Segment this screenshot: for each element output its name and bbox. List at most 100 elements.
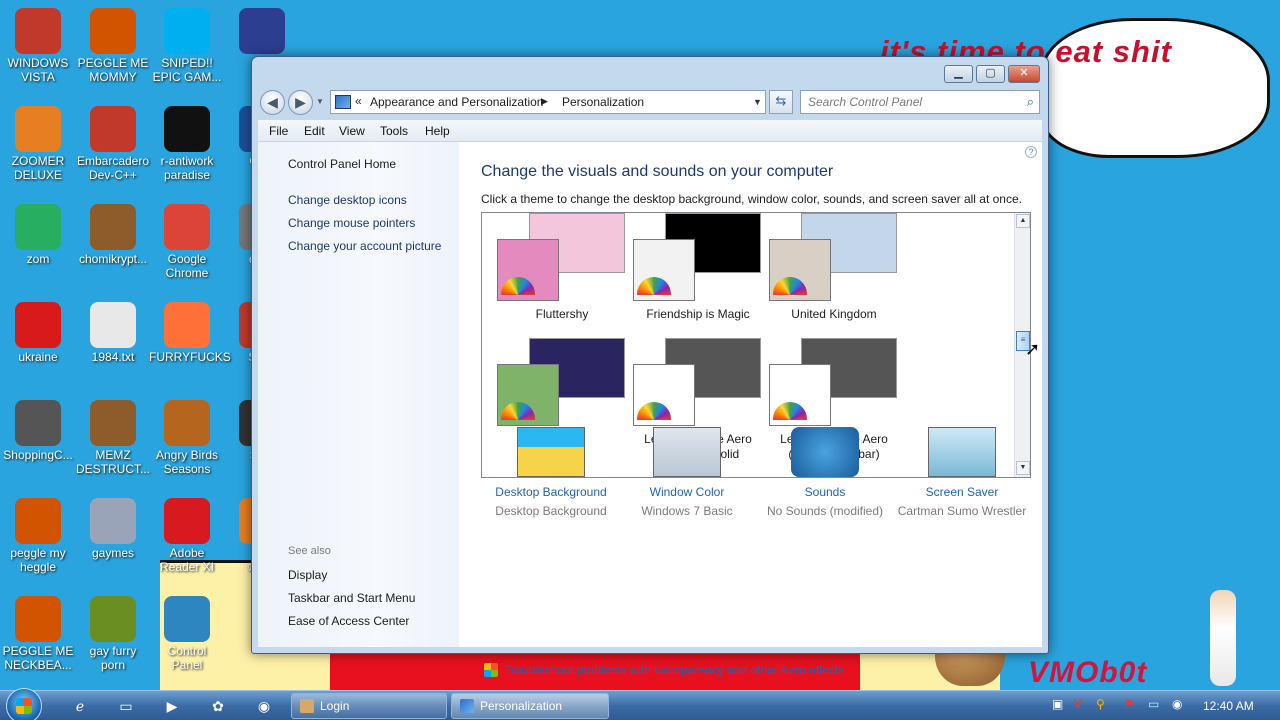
desktop-icon[interactable]: peggle my heggle	[0, 498, 76, 574]
desktop-icon[interactable]: Google Chrome	[149, 204, 225, 280]
internet-explorer-icon[interactable]: ℯ	[67, 695, 93, 717]
desktop-icon[interactable]: PEGGLE ME NECKBEA...	[0, 596, 76, 672]
desktop-icon[interactable]: Adobe Reader XI	[149, 498, 225, 574]
tray-search-icon[interactable]: ⚲	[1096, 697, 1105, 711]
option-link[interactable]: Desktop Background	[481, 485, 621, 499]
tray-flag-icon[interactable]: ⚑	[1124, 697, 1135, 711]
globe-icon	[239, 8, 285, 54]
maximize-button[interactable]: ▢	[976, 65, 1005, 83]
refresh-button[interactable]: ⇆	[769, 90, 793, 114]
breadcrumb-personalization[interactable]: Personalization	[562, 95, 644, 109]
desktop-icon[interactable]: ukraine	[0, 302, 76, 364]
desktop-icon-label: PEGGLE ME MOMMY	[77, 56, 149, 84]
personalization-option[interactable]: Screen Saver Cartman Sumo Wrestler	[892, 427, 1032, 518]
desktop-icon[interactable]: chomikrypt...	[75, 204, 151, 266]
scroll-up-arrow[interactable]: ▲	[1016, 214, 1030, 228]
close-button[interactable]: ✕	[1008, 65, 1040, 83]
desktop-background-icon[interactable]	[517, 427, 585, 477]
peggle-icon	[15, 596, 61, 642]
theme-tile[interactable]: Fluttershy	[497, 213, 647, 333]
desktop-icon[interactable]: zom	[0, 204, 76, 266]
personalization-option[interactable]: Window Color Windows 7 Basic	[617, 427, 757, 518]
desktop-icon-label: Angry Birds Seasons	[155, 448, 219, 476]
theme-name: United Kingdom	[791, 307, 877, 321]
option-link[interactable]: Sounds	[755, 485, 895, 499]
tray-antivirus-icon[interactable]: V	[1074, 697, 1082, 711]
desktop-icon[interactable]: FURRYFUCKS	[149, 302, 231, 364]
tray-volume-icon[interactable]: ◉	[1172, 697, 1182, 711]
desktop-icon[interactable]: ShoppingC...	[0, 400, 76, 462]
wallpaper-signature: VMOb0t	[1028, 656, 1148, 689]
chrome-taskbar-icon[interactable]: ◉	[251, 695, 277, 717]
address-overflow-chevron[interactable]: «	[355, 94, 362, 108]
desktop-icon-label: Control Panel	[167, 644, 207, 672]
mouse-cursor-icon: ➚	[1025, 339, 1041, 359]
desktop-icon-label: 1984.txt	[91, 350, 135, 364]
menu-view[interactable]: View	[339, 124, 365, 138]
desktop-icon[interactable]: gaymes	[75, 498, 151, 560]
option-current-value: Windows 7 Basic	[641, 504, 733, 518]
tray-network-icon[interactable]: ▭	[1148, 697, 1159, 711]
recent-pages-dropdown[interactable]: ▼	[316, 97, 324, 106]
firefox-icon	[164, 302, 210, 348]
desktop-icon[interactable]: PEGGLE ME MOMMY	[75, 8, 151, 84]
theme-tile[interactable]: United Kingdom	[769, 213, 919, 333]
explorer-folder-icon[interactable]: ▭	[113, 695, 139, 717]
desktop-icon-label: MEMZ DESTRUCT...	[75, 448, 150, 476]
window-color-icon[interactable]	[653, 427, 721, 477]
desktop-icon[interactable]: Control Panel	[149, 596, 225, 672]
forward-button[interactable]: ▶	[288, 90, 313, 115]
menu-help[interactable]: Help	[425, 124, 450, 138]
control-panel-home-link[interactable]: Control Panel Home	[288, 157, 396, 171]
page-description: Click a theme to change the desktop back…	[481, 192, 1022, 206]
desktop-icon[interactable]: gay furry porn	[75, 596, 151, 672]
menu-tools[interactable]: Tools	[380, 124, 408, 138]
menu-file[interactable]: File	[269, 124, 288, 138]
desktop-icon[interactable]: SNIPED!! EPIC GAM...	[149, 8, 225, 84]
option-current-value: Cartman Sumo Wrestler	[897, 504, 1027, 518]
minimize-button[interactable]: ▁	[944, 65, 973, 83]
desktop-icon-label: chomikrypt...	[78, 252, 147, 266]
back-button[interactable]: ◀	[260, 90, 285, 115]
shield-icon	[484, 663, 498, 677]
search-input[interactable]: Search Control Panel ⌕	[800, 90, 1040, 114]
address-dropdown[interactable]: ▼	[753, 97, 762, 107]
desktop-icon[interactable]: Angry Birds Seasons	[149, 400, 225, 476]
start-button[interactable]	[6, 688, 42, 720]
personalization-option[interactable]: Desktop Background Desktop Background	[481, 427, 621, 518]
task-login[interactable]: Login	[291, 693, 447, 719]
change-desktop-icons-link[interactable]: Change desktop icons	[288, 193, 407, 207]
desktop-icon[interactable]: Embarcadero Dev-C++	[75, 106, 151, 182]
desktop-icon[interactable]: WINDOWS VISTA	[0, 8, 76, 84]
screen-saver-icon[interactable]	[928, 427, 996, 477]
desktop-icon[interactable]: MEMZ DESTRUCT...	[75, 400, 151, 476]
desktop-icon[interactable]: 1984.txt	[75, 302, 151, 364]
address-bar[interactable]: « Appearance and Personalization ▶ Perso…	[330, 90, 766, 114]
pinned-app-icon[interactable]: ✿	[205, 695, 231, 717]
help-icon[interactable]: ?	[1025, 146, 1037, 158]
menu-edit[interactable]: Edit	[304, 124, 325, 138]
change-account-picture-link[interactable]: Change your account picture	[288, 239, 441, 253]
task-personalization[interactable]: Personalization	[451, 693, 609, 719]
troubleshoot-link[interactable]: Troubleshoot problems with transparency …	[504, 663, 844, 677]
change-mouse-pointers-link[interactable]: Change mouse pointers	[288, 216, 415, 230]
tray-app-icon[interactable]: ▣	[1052, 697, 1063, 711]
media-player-icon[interactable]: ▶	[159, 695, 185, 717]
breadcrumb-appearance[interactable]: Appearance and Personalization	[370, 95, 543, 109]
desktop-icon[interactable]: ZOOMER DELUXE	[0, 106, 76, 182]
theme-tile[interactable]: Friendship is Magic	[633, 213, 783, 333]
display-link[interactable]: Display	[288, 568, 327, 582]
breadcrumb-separator-arrow[interactable]: ▶	[541, 96, 548, 107]
sounds-icon[interactable]	[791, 427, 859, 477]
search-icon[interactable]: ⌕	[1027, 94, 1034, 110]
taskbar-start-menu-link[interactable]: Taskbar and Start Menu	[288, 591, 415, 605]
title-bar[interactable]: ▁ ▢ ✕	[252, 57, 1048, 87]
option-link[interactable]: Window Color	[617, 485, 757, 499]
ease-of-access-link[interactable]: Ease of Access Center	[288, 614, 409, 628]
dancer-image	[1210, 590, 1236, 686]
personalization-option[interactable]: Sounds No Sounds (modified)	[755, 427, 895, 518]
taskbar-clock[interactable]: 12:40 AM	[1203, 699, 1254, 713]
option-link[interactable]: Screen Saver	[892, 485, 1032, 499]
desktop-icon[interactable]: r-antiwork paradise	[149, 106, 225, 182]
option-current-value: Desktop Background	[495, 504, 607, 518]
